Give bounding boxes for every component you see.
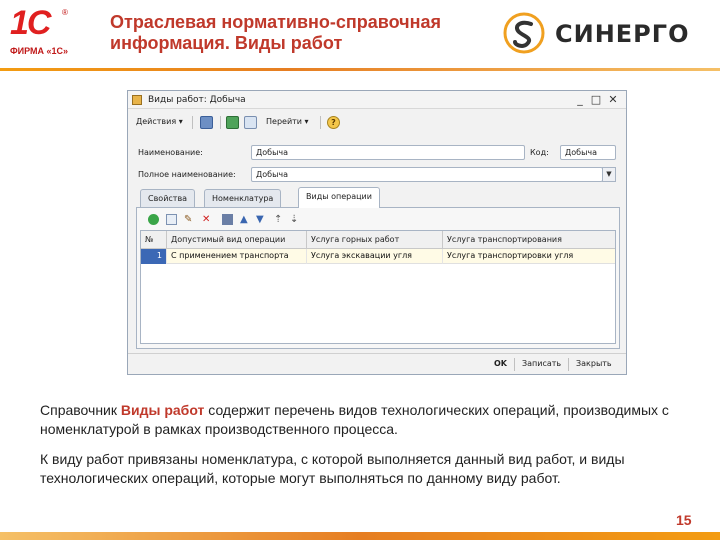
toolbar-separator: [320, 116, 321, 129]
row-mining-service[interactable]: Услуга экскавации угля: [307, 249, 443, 264]
bottom-separator: [568, 358, 569, 371]
save-button[interactable]: Записать: [522, 359, 561, 368]
ok-button[interactable]: OK: [494, 359, 507, 368]
slide-title-line1: Отраслевая нормативно-справочная: [110, 12, 442, 32]
app-window: Виды работ: Добыча _ □ ✕ Действия ▾ Пере…: [127, 90, 627, 375]
logo-1c-reg: ®: [62, 8, 68, 17]
logo-1c: 1С ® ФИРМА «1С»: [10, 6, 72, 64]
header-divider: [0, 68, 720, 71]
window-title: Виды работ: Добыча: [148, 95, 246, 105]
tab-nomenclature[interactable]: Номенклатура: [204, 189, 282, 207]
form-toolbar: Действия ▾ Перейти ▾ ?: [128, 113, 626, 131]
close-window-button[interactable]: ✕: [607, 93, 619, 107]
slide-header: 1С ® ФИРМА «1С» Отраслевая нормативно-сп…: [0, 0, 720, 71]
move-down-icon[interactable]: ▼: [256, 214, 267, 225]
end-edit-icon[interactable]: [222, 214, 233, 225]
catalog-icon: [132, 95, 142, 105]
close-button[interactable]: Закрыть: [576, 359, 612, 368]
slide-title-line2: информация. Виды работ: [110, 33, 343, 53]
delete-row-icon[interactable]: ✕: [202, 214, 213, 225]
row-operation[interactable]: С применением транспорта: [167, 249, 307, 264]
col-mining-service[interactable]: Услуга горных работ: [307, 231, 443, 249]
tab-operation-types[interactable]: Виды операции: [298, 187, 380, 208]
paragraph-2: К виду работ привязаны номенклатура, с к…: [40, 451, 625, 486]
form-icon[interactable]: [244, 116, 257, 129]
sort-asc-icon[interactable]: ⇡: [274, 214, 285, 225]
name-input[interactable]: Добыча: [251, 145, 525, 160]
table-header: № Допустимый вид операции Услуга горных …: [141, 231, 615, 249]
logo-synergy-text: СИНЕРГО: [555, 20, 690, 48]
code-input[interactable]: Добыча: [560, 145, 616, 160]
save-close-icon[interactable]: [200, 116, 213, 129]
operations-table: № Допустимый вид операции Услуга горных …: [140, 230, 616, 344]
minimize-button[interactable]: _: [574, 93, 586, 107]
maximize-button[interactable]: □: [590, 93, 602, 107]
paragraph-1-prefix: Справочник: [40, 402, 121, 418]
add-row-icon[interactable]: [148, 214, 159, 225]
bottom-separator: [514, 358, 515, 371]
form-bottom-bar: OK Записать Закрыть: [128, 353, 626, 375]
paragraph-1-highlight: Виды работ: [120, 402, 205, 418]
copy-row-icon[interactable]: [166, 214, 177, 225]
synergy-s-icon: [503, 12, 545, 54]
table-row[interactable]: 1 С применением транспорта Услуга экскав…: [141, 249, 615, 264]
toolbar-separator: [220, 116, 221, 129]
fullname-input[interactable]: Добыча: [251, 167, 603, 182]
col-operation[interactable]: Допустимый вид операции: [167, 231, 307, 249]
row-transport-service[interactable]: Услуга транспортировки угля: [443, 249, 615, 264]
col-number[interactable]: №: [141, 231, 167, 249]
goto-menu[interactable]: Перейти ▾: [266, 117, 309, 126]
help-icon[interactable]: ?: [327, 116, 340, 129]
refresh-icon[interactable]: [226, 116, 239, 129]
fullname-label: Полное наименование:: [138, 170, 236, 179]
move-up-icon[interactable]: ▲: [240, 214, 251, 225]
window-titlebar[interactable]: Виды работ: Добыча _ □ ✕: [128, 91, 626, 109]
code-label: Код:: [530, 148, 549, 157]
logo-1c-firm: ФИРМА «1С»: [10, 46, 69, 56]
paragraph-1: Справочник Виды работ содержит перечень …: [40, 401, 690, 439]
row-number[interactable]: 1: [141, 249, 167, 264]
footer-divider: [0, 532, 720, 540]
slide-title: Отраслевая нормативно-справочная информа…: [110, 12, 490, 54]
logo-synergy: СИНЕРГО: [503, 12, 708, 54]
fullname-dropdown-button[interactable]: ▼: [602, 167, 616, 182]
edit-row-icon[interactable]: ✎: [184, 214, 195, 225]
actions-menu[interactable]: Действия ▾: [136, 117, 183, 126]
sort-desc-icon[interactable]: ⇣: [290, 214, 301, 225]
grid-toolbar: ✎ ✕ ▲ ▼ ⇡ ⇣: [140, 213, 440, 228]
toolbar-separator: [192, 116, 193, 129]
page-number: 15: [676, 512, 692, 528]
col-transport-service[interactable]: Услуга транспортирования: [443, 231, 615, 249]
name-label: Наименование:: [138, 148, 203, 157]
tab-properties[interactable]: Свойства: [140, 189, 196, 207]
